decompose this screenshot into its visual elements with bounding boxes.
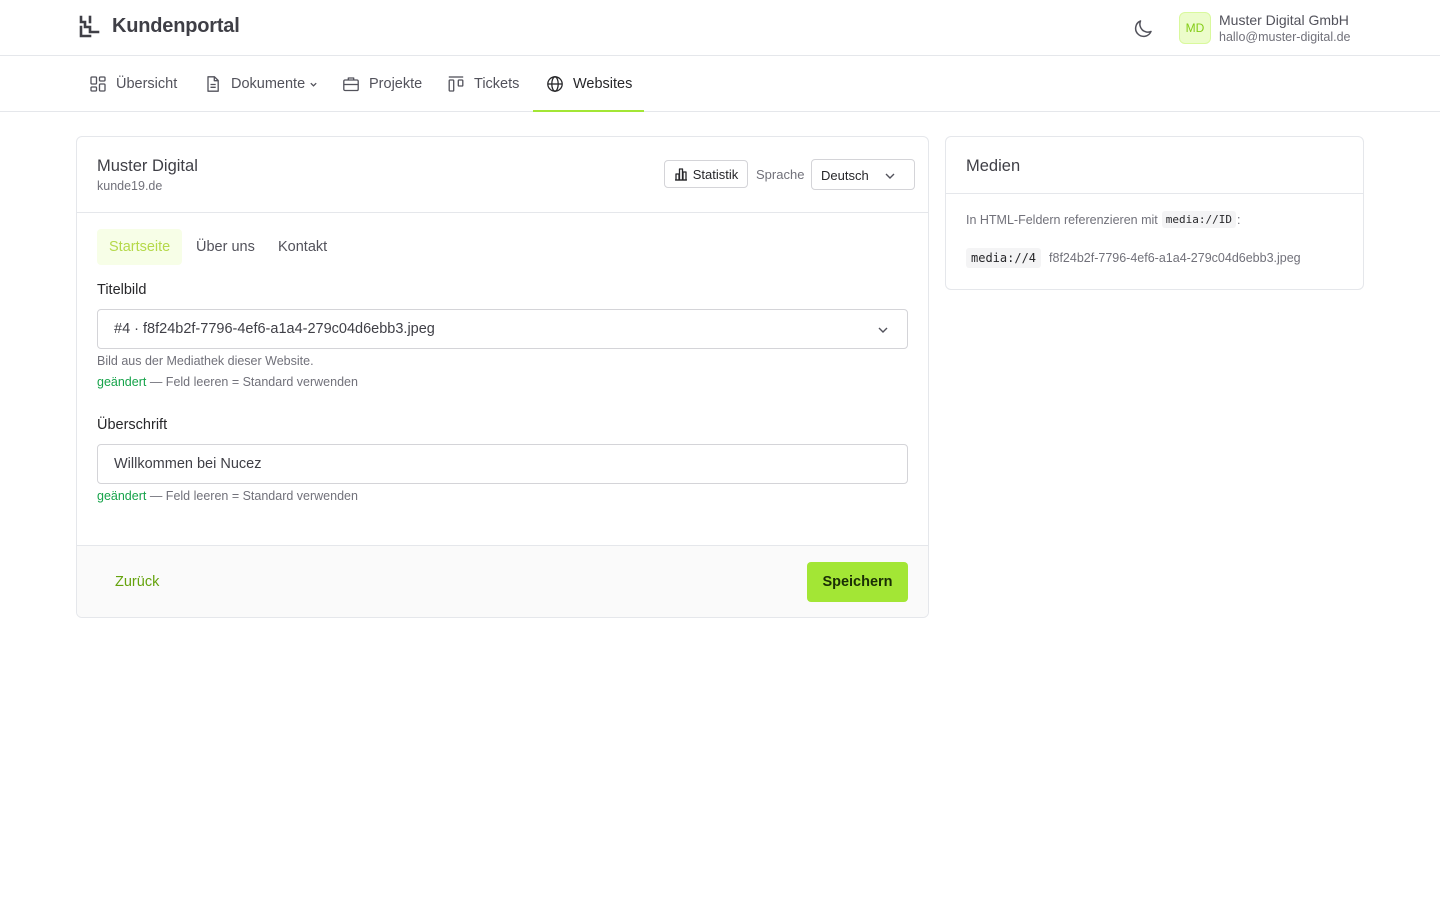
card-header: Muster Digital kunde19.de Statistik Spra… (77, 137, 928, 213)
media-ref: media://4 (966, 248, 1042, 268)
media-title: Medien (966, 157, 1021, 175)
language-select[interactable]: Deutsch (811, 159, 915, 190)
media-card: Medien In HTML-Feldern referenzieren mit… (945, 136, 1364, 290)
globe-icon (547, 76, 563, 92)
back-button[interactable]: Zurück (115, 574, 159, 590)
site-domain: kunde19.de (97, 179, 163, 193)
main-nav: Übersicht Dokumente Projekte Tickets Web… (0, 56, 1440, 112)
reset-hint: — Feld leeren = Standard verwenden (146, 489, 358, 503)
tab-ueber-uns[interactable]: Über uns (196, 229, 255, 265)
avatar[interactable]: MD (1179, 12, 1211, 44)
heading-status: geändert — Feld leeren = Standard verwen… (97, 489, 358, 503)
tab-kontakt[interactable]: Kontakt (278, 229, 327, 265)
brand[interactable]: Kundenportal (78, 15, 240, 38)
nav-item-tickets[interactable]: Tickets (447, 56, 519, 112)
nav-label: Projekte (369, 76, 423, 92)
nav-item-dokumente[interactable]: Dokumente (204, 56, 318, 112)
tab-label: Über uns (196, 239, 255, 255)
media-hint: In HTML-Feldern referenzieren mit media:… (966, 211, 1240, 228)
tab-label: Kontakt (278, 239, 328, 255)
website-editor-card: Muster Digital kunde19.de Statistik Spra… (76, 136, 929, 618)
dashboard-icon (90, 76, 106, 92)
nav-label: Dokumente (231, 76, 306, 92)
changed-badge: geändert (97, 489, 147, 503)
site-title: Muster Digital (97, 157, 198, 175)
media-hint-suffix: : (1236, 212, 1241, 227)
logo-icon (79, 15, 100, 38)
title-image-status: geändert — Feld leeren = Standard verwen… (97, 375, 358, 389)
chevron-down-icon (885, 173, 895, 179)
app-name: Kundenportal (112, 15, 240, 37)
heading-label: Überschrift (97, 417, 168, 433)
heading-input[interactable]: Willkommen bei Nucez (97, 444, 908, 484)
document-icon (207, 76, 219, 92)
chevron-down-icon (878, 327, 888, 333)
nav-label: Websites (573, 76, 633, 92)
media-filename: f8f24b2f-7796-4ef6-a1a4-279c04d6ebb3.jpe… (1049, 251, 1301, 265)
title-image-label: Titelbild (97, 282, 147, 298)
title-image-select[interactable]: #4 · f8f24b2f-7796-4ef6-a1a4-279c04d6ebb… (97, 309, 908, 349)
tab-label: Startseite (109, 239, 171, 255)
save-button[interactable]: Speichern (807, 562, 908, 602)
heading-value: Willkommen bei Nucez (114, 456, 262, 472)
nav-item-websites[interactable]: Websites (546, 56, 632, 112)
nav-item-uebersicht[interactable]: Übersicht (89, 56, 177, 112)
user-email: hallo@muster-digital.de (1219, 30, 1351, 44)
language-label: Sprache (756, 167, 805, 182)
briefcase-icon (343, 77, 359, 92)
media-hint-code: media://ID (1161, 211, 1236, 228)
changed-badge: geändert (97, 375, 147, 389)
bar-chart-icon (674, 168, 687, 181)
moon-icon[interactable] (1131, 17, 1155, 41)
statistics-label: Statistik (692, 166, 739, 182)
user-name: Muster Digital GmbH (1219, 12, 1349, 28)
nav-item-projekte[interactable]: Projekte (342, 56, 422, 112)
statistics-button[interactable]: Statistik (664, 160, 748, 188)
active-tab-indicator (533, 110, 644, 112)
nav-label: Tickets (474, 76, 520, 92)
media-hint-text: In HTML-Feldern referenzieren mit (966, 212, 1158, 227)
kanban-icon (448, 76, 464, 92)
media-header: Medien (946, 137, 1363, 194)
reset-hint: — Feld leeren = Standard verwenden (146, 375, 358, 389)
chevron-down-icon (310, 82, 317, 87)
language-value: Deutsch (821, 168, 869, 183)
card-footer: Zurück Speichern (77, 545, 928, 617)
title-image-help: Bild aus der Mediathek dieser Website. (97, 354, 314, 368)
tab-startseite[interactable]: Startseite (97, 229, 183, 265)
title-image-value: #4 · f8f24b2f-7796-4ef6-a1a4-279c04d6ebb… (114, 321, 435, 337)
media-list-item[interactable]: media://4 f8f24b2f-7796-4ef6-a1a4-279c04… (966, 248, 1301, 268)
nav-label: Übersicht (116, 76, 178, 92)
top-header: Kundenportal MD Muster Digital GmbH hall… (0, 0, 1440, 56)
